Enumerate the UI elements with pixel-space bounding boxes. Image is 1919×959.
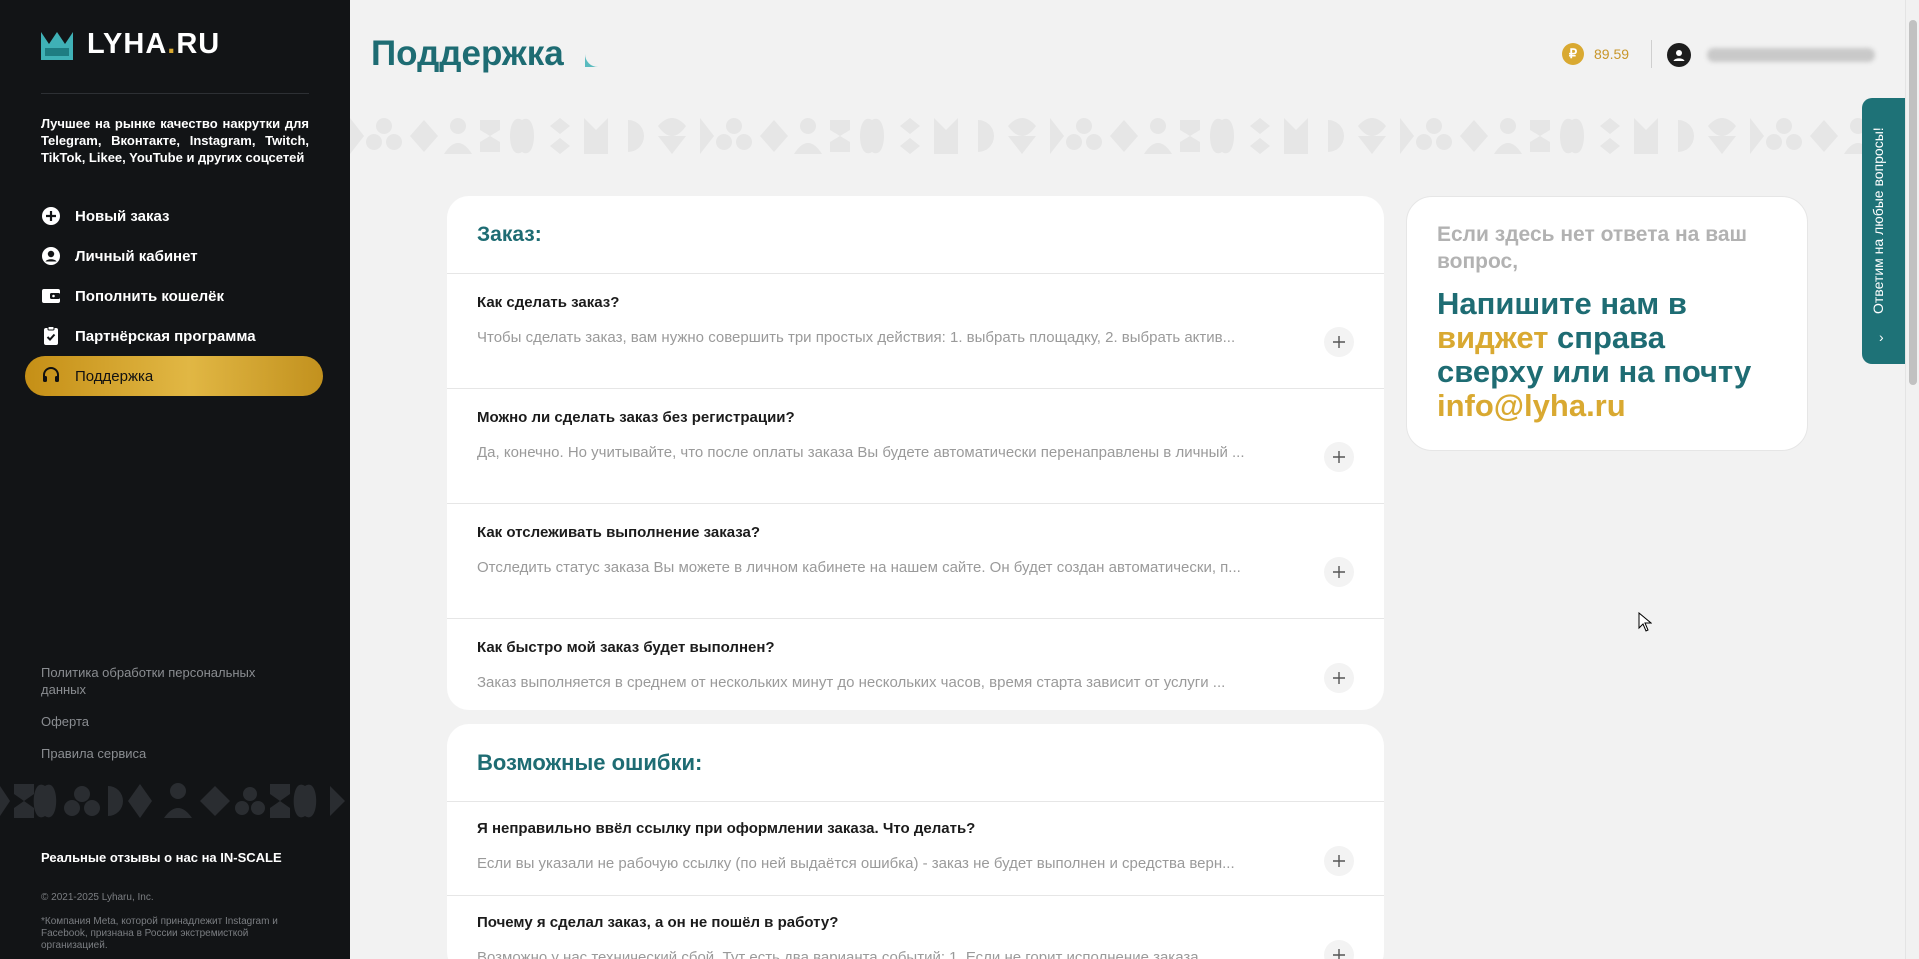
nav-item-support[interactable]: Поддержка — [25, 356, 323, 396]
nav-label: Партнёрская программа — [75, 327, 256, 345]
header-separator — [1651, 40, 1652, 68]
faq-card-header: Заказ: — [447, 196, 1384, 274]
nav-label: Поддержка — [75, 367, 154, 385]
sidebar-nav: Новый заказ Личный кабинет Пополнить кош… — [25, 196, 323, 396]
logo-text: LYHA.RU — [87, 28, 221, 60]
expand-plus-icon[interactable] — [1324, 663, 1354, 693]
privacy-policy-link[interactable]: Политика обработки персональных данных — [41, 664, 281, 698]
faq-answer-preview: Отследить статус заказа Вы можете в личн… — [477, 559, 1241, 576]
headset-icon — [41, 366, 61, 386]
user-circle-icon — [41, 246, 61, 266]
sidebar-divider — [41, 93, 309, 94]
faq-question: Почему я сделал заказ, а он не пошёл в р… — [477, 914, 839, 931]
expand-plus-icon[interactable] — [1324, 442, 1354, 472]
nav-label: Личный кабинет — [75, 247, 198, 265]
faq-item[interactable]: Как отслеживать выполнение заказа? Отсле… — [447, 504, 1384, 619]
page-title: Поддержка — [371, 34, 564, 73]
faq-answer-preview: Чтобы сделать заказ, вам нужно совершить… — [477, 329, 1236, 346]
expand-plus-icon[interactable] — [1324, 846, 1354, 876]
widget-tab-label: Ответим на любые вопросы! — [1870, 127, 1886, 314]
faq-card-orders: Заказ: Как сделать заказ? Чтобы сделать … — [447, 196, 1384, 710]
user-menu[interactable] — [1667, 43, 1875, 67]
chat-bubble-icon — [585, 41, 611, 67]
support-email-link[interactable]: info@lyha.ru — [1437, 388, 1626, 423]
tagline: Лучшее на рынке качество накрутки для Te… — [41, 116, 309, 165]
clipboard-check-icon — [41, 326, 61, 346]
faq-item[interactable]: Как быстро мой заказ будет выполнен? Зак… — [447, 619, 1384, 710]
copyright: © 2021-2025 Lyharu, Inc. — [41, 892, 154, 903]
sidebar-links: Политика обработки персональных данных О… — [41, 664, 281, 777]
expand-plus-icon[interactable] — [1324, 940, 1354, 959]
faq-item[interactable]: Я неправильно ввёл ссылку при оформлении… — [447, 802, 1384, 896]
nav-label: Новый заказ — [75, 207, 170, 225]
user-email-blurred — [1707, 48, 1875, 62]
faq-answer-preview: Если вы указали не рабочую ссылку (по не… — [477, 855, 1235, 872]
mouse-cursor-icon — [1638, 612, 1652, 632]
contact-cta: Напишите нам в виджет справа сверху или … — [1437, 287, 1777, 423]
sidebar: LYHA.RU Лучшее на рынке качество накрутк… — [0, 0, 350, 959]
widget-link[interactable]: виджет — [1437, 320, 1548, 355]
reviews-link[interactable]: Реальные отзывы о нас на IN-SCALE — [41, 850, 282, 865]
offer-link[interactable]: Оферта — [41, 713, 281, 730]
faq-section-title: Заказ: — [477, 222, 542, 246]
crown-logo-icon — [41, 31, 73, 60]
balance-value: 89.59 — [1594, 46, 1630, 62]
nav-item-account[interactable]: Личный кабинет — [25, 236, 323, 276]
faq-question: Как отслеживать выполнение заказа? — [477, 524, 761, 541]
balance[interactable]: ₽ 89.59 — [1562, 43, 1629, 65]
faq-question: Я неправильно ввёл ссылку при оформлении… — [477, 820, 976, 837]
ruble-coin-icon: ₽ — [1562, 43, 1584, 65]
faq-item[interactable]: Как сделать заказ? Чтобы сделать заказ, … — [447, 274, 1384, 389]
faq-card-errors: Возможные ошибки: Я неправильно ввёл ссы… — [447, 724, 1384, 959]
logo[interactable]: LYHA.RU — [41, 28, 220, 61]
support-widget-tab[interactable]: Ответим на любые вопросы! › — [1862, 98, 1908, 364]
expand-plus-icon[interactable] — [1324, 327, 1354, 357]
nav-item-new-order[interactable]: Новый заказ — [25, 196, 323, 236]
faq-question: Как сделать заказ? — [477, 294, 620, 311]
faq-question: Можно ли сделать заказ без регистрации? — [477, 409, 795, 426]
plus-circle-icon — [41, 206, 61, 226]
nav-item-partner[interactable]: Партнёрская программа — [25, 316, 323, 356]
wallet-icon — [41, 286, 61, 306]
faq-answer-preview: Возможно у нас технический сбой. Тут ест… — [477, 949, 1212, 959]
faq-item[interactable]: Почему я сделал заказ, а он не пошёл в р… — [447, 896, 1384, 959]
service-rules-link[interactable]: Правила сервиса — [41, 745, 281, 762]
nav-item-wallet[interactable]: Пополнить кошелёк — [25, 276, 323, 316]
decorative-pattern-band — [350, 118, 1905, 154]
faq-card-header: Возможные ошибки: — [447, 724, 1384, 802]
scrollbar-thumb[interactable] — [1909, 20, 1917, 385]
faq-answer-preview: Заказ выполняется в среднем от нескольки… — [477, 674, 1226, 691]
faq-question: Как быстро мой заказ будет выполнен? — [477, 639, 775, 656]
sidebar-pattern — [0, 783, 345, 818]
faq-section-title: Возможные ошибки: — [477, 749, 703, 775]
nav-label: Пополнить кошелёк — [75, 287, 225, 305]
faq-item[interactable]: Можно ли сделать заказ без регистрации? … — [447, 389, 1384, 504]
contact-line: Напишите нам в — [1437, 286, 1687, 321]
faq-answer-preview: Да, конечно. Но учитывайте, что после оп… — [477, 444, 1245, 461]
chevron-right-icon: › — [1879, 329, 1884, 345]
expand-plus-icon[interactable] — [1324, 557, 1354, 587]
user-avatar-icon — [1667, 43, 1691, 67]
contact-card: Если здесь нет ответа на ваш вопрос, Нап… — [1406, 196, 1808, 451]
meta-disclaimer: *Компания Meta, которой принадлежит Inst… — [41, 916, 278, 951]
contact-intro: Если здесь нет ответа на ваш вопрос, — [1437, 223, 1748, 273]
page-scrollbar[interactable] — [1905, 0, 1919, 959]
